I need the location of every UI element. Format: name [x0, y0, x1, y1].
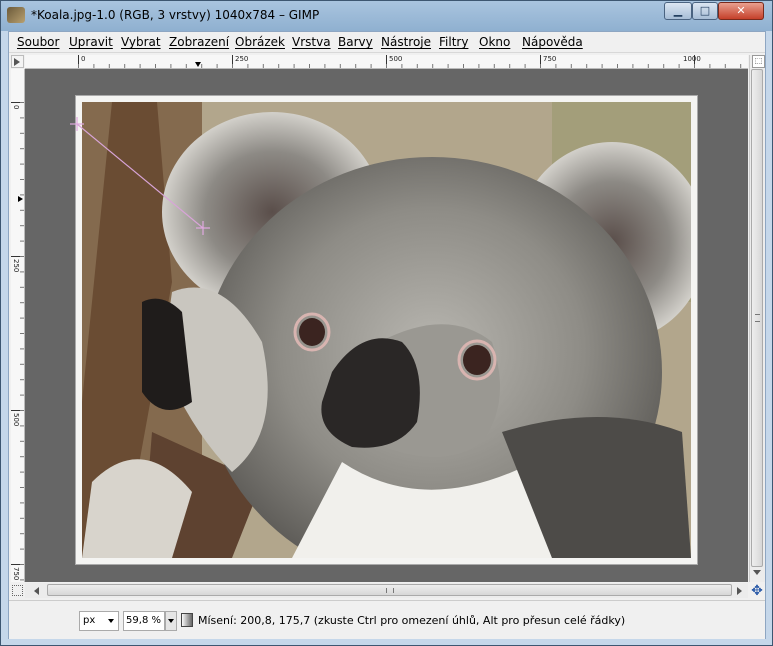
close-button[interactable]: ✕	[718, 2, 764, 20]
ruler-label: 1000	[683, 55, 701, 63]
unit-dropdown[interactable]: px	[79, 611, 119, 631]
scroll-left-icon[interactable]	[34, 587, 39, 595]
vertical-scrollbar[interactable]: ⬚	[749, 55, 765, 582]
zoom-fit-icon[interactable]: ⬚	[752, 55, 765, 68]
ruler-label: 250	[12, 259, 20, 273]
menu-okno[interactable]: Okno	[479, 35, 510, 49]
triangle-right-icon	[14, 58, 20, 66]
ruler-label: 0	[12, 105, 20, 110]
vertical-ruler-ticks	[11, 102, 24, 581]
menu-vrstva[interactable]: Vrstva	[292, 35, 331, 49]
image-window-client: Soubor Upravit Vybrat Zobrazení Obrázek …	[8, 31, 766, 639]
menu-nastroje[interactable]: Nástroje	[381, 35, 431, 49]
ruler-label: 250	[235, 55, 249, 63]
menu-napoveda[interactable]: Nápověda	[522, 35, 583, 49]
grip-icon	[755, 314, 760, 322]
chevron-down-icon	[108, 619, 114, 623]
ruler-label: 750	[12, 567, 20, 581]
menu-soubor[interactable]: Soubor	[17, 35, 59, 49]
horizontal-scrollbar[interactable]	[25, 583, 748, 598]
menu-arrow-button[interactable]	[11, 55, 24, 68]
vertical-scroll-thumb[interactable]	[751, 69, 763, 567]
maximize-button[interactable]: □	[692, 2, 718, 20]
gimp-icon	[7, 7, 25, 23]
image-border	[76, 96, 697, 564]
cancel-icon[interactable]	[181, 613, 193, 627]
ruler-label: 0	[81, 55, 86, 63]
status-message: Mísení: 200,8, 175,7 (zkuste Ctrl pro om…	[198, 614, 626, 627]
koala-image[interactable]	[82, 102, 691, 558]
ruler-label: 500	[12, 413, 20, 427]
menu-barvy[interactable]: Barvy	[338, 35, 373, 49]
vertical-ruler[interactable]: 0 250 500 750	[11, 69, 25, 582]
horizontal-ruler-ticks	[78, 55, 742, 68]
image-canvas[interactable]	[25, 69, 748, 582]
menu-zobrazeni[interactable]: Zobrazení	[169, 35, 229, 49]
zoom-input[interactable]: 59,8 %	[123, 611, 165, 631]
grip-icon	[386, 588, 394, 593]
scroll-right-icon[interactable]	[737, 587, 742, 595]
title-bar: *Koala.jpg-1.0 (RGB, 3 vrstvy) 1040x784 …	[1, 1, 772, 31]
menu-filtry[interactable]: Filtry	[439, 35, 468, 49]
menu-obrazek[interactable]: Obrázek	[235, 35, 285, 49]
unit-value: px	[83, 615, 96, 626]
menu-upravit[interactable]: Upravit	[69, 35, 113, 49]
minimize-button[interactable]: ▁	[664, 2, 692, 20]
menu-bar: Soubor Upravit Vybrat Zobrazení Obrázek …	[9, 32, 765, 53]
zoom-dropdown-button[interactable]	[165, 611, 177, 631]
ruler-label: 750	[543, 55, 557, 63]
koala-illustration	[82, 102, 691, 558]
horizontal-ruler[interactable]: 0 250 500 750 1000	[25, 55, 748, 69]
horizontal-scroll-thumb[interactable]	[47, 584, 732, 596]
quick-mask-icon[interactable]	[12, 585, 23, 596]
menu-vybrat[interactable]: Vybrat	[121, 35, 161, 49]
window-title: *Koala.jpg-1.0 (RGB, 3 vrstvy) 1040x784 …	[31, 8, 320, 22]
ruler-label: 500	[389, 55, 403, 63]
scroll-down-icon[interactable]	[753, 570, 761, 575]
status-bar: px 59,8 % Mísení: 200,8, 175,7 (zkuste C…	[9, 600, 765, 639]
navigate-icon[interactable]: ✥	[750, 584, 764, 598]
gimp-window: *Koala.jpg-1.0 (RGB, 3 vrstvy) 1040x784 …	[0, 0, 773, 646]
